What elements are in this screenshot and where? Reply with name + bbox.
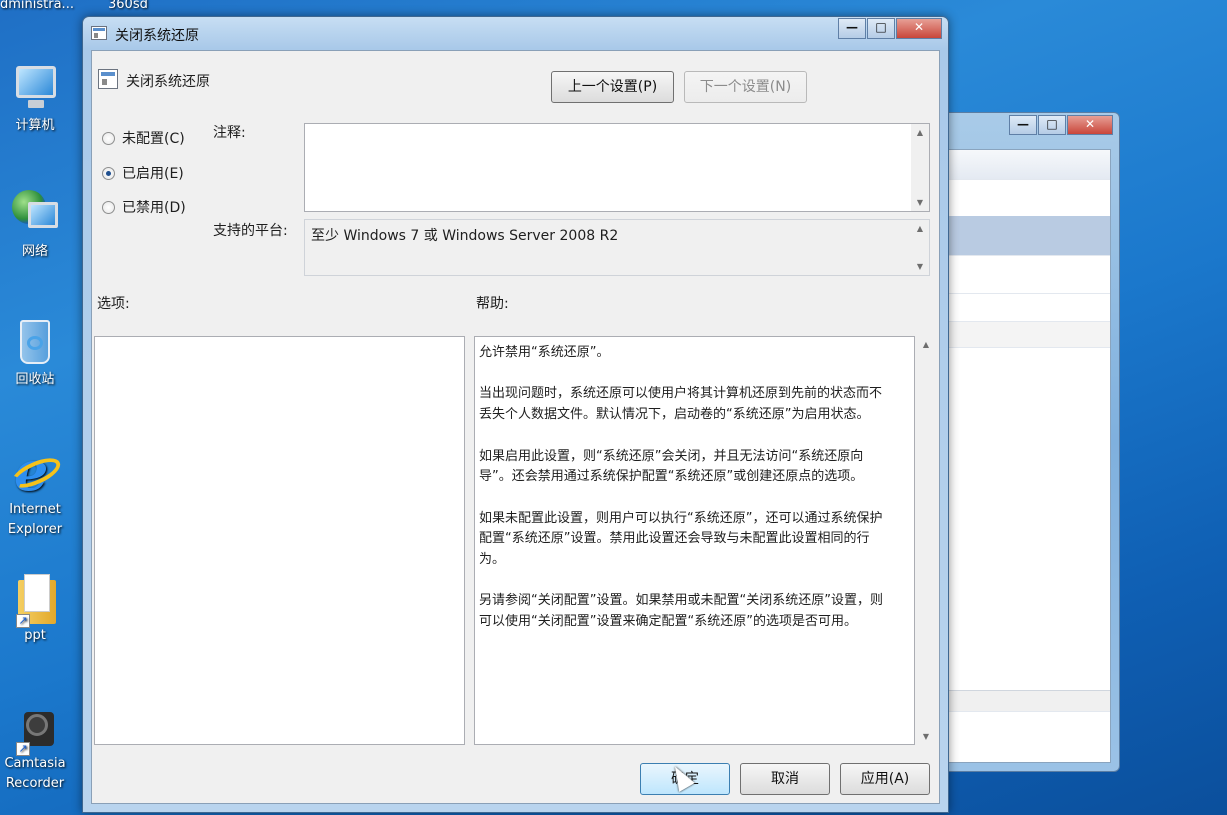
desktop-icon-recycle-bin[interactable]: 回收站 bbox=[0, 316, 70, 390]
computer-icon bbox=[10, 62, 60, 114]
bg-row bbox=[949, 322, 1110, 348]
background-window-content bbox=[948, 149, 1111, 763]
bg-close-button[interactable]: ✕ bbox=[1067, 115, 1113, 135]
radio-not-configured[interactable]: 未配置(C) bbox=[102, 128, 185, 148]
dialog-client-area: 关闭系统还原 上一个设置(P) 下一个设置(N) 未配置(C) 已启用(E) 已… bbox=[91, 50, 940, 804]
comment-label: 注释: bbox=[213, 125, 246, 141]
desktop-icon-network[interactable]: 网络 bbox=[0, 188, 70, 262]
bg-maximize-button[interactable]: □ bbox=[1038, 115, 1066, 135]
supported-platform-value: 至少 Windows 7 或 Windows Server 2008 R2 bbox=[311, 228, 619, 244]
radio-label: 未配置(C) bbox=[122, 131, 185, 147]
scroll-down-icon[interactable]: ▼ bbox=[911, 258, 929, 275]
network-icon bbox=[10, 188, 60, 240]
bg-toolbar bbox=[949, 150, 1110, 180]
radio-label: 已禁用(D) bbox=[122, 200, 186, 216]
platform-scrollbar[interactable]: ▲ ▼ bbox=[911, 220, 929, 275]
bg-horizontal-scrollbar[interactable] bbox=[949, 690, 1110, 712]
desktop-icon-label: 计算机 bbox=[15, 118, 55, 133]
desktop-icon-label: Internet Explorer bbox=[7, 502, 63, 537]
apply-button[interactable]: 应用(A) bbox=[840, 763, 930, 795]
radio-dot-selected bbox=[102, 166, 115, 180]
desktop-icon-internet-explorer[interactable]: e Internet Explorer bbox=[0, 444, 70, 540]
close-button[interactable]: ✕ bbox=[896, 18, 942, 39]
bg-row bbox=[949, 294, 1110, 322]
policy-icon bbox=[98, 69, 118, 89]
cancel-button[interactable]: 取消 bbox=[740, 763, 830, 795]
help-label: 帮助: bbox=[476, 296, 509, 312]
scroll-up-icon[interactable]: ▲ bbox=[911, 124, 929, 141]
radio-disabled[interactable]: 已禁用(D) bbox=[102, 197, 186, 217]
options-label: 选项: bbox=[97, 296, 130, 312]
shortcut-arrow-icon: ↗ bbox=[16, 742, 30, 756]
radio-dot bbox=[102, 131, 115, 145]
next-setting-button[interactable]: 下一个设置(N) bbox=[684, 71, 807, 103]
desktop-icon-camtasia-recorder[interactable]: ↗ Camtasia Recorder bbox=[0, 700, 70, 794]
desktop-icon-label: Camtasia Recorder bbox=[4, 756, 66, 791]
help-text: 允许禁用“系统还原”。 当出现问题时，系统还原可以使用户将其计算机还原到先前的状… bbox=[479, 345, 883, 630]
radio-label: 已启用(E) bbox=[122, 166, 184, 182]
policy-settings-icon bbox=[91, 26, 107, 40]
scroll-down-icon[interactable]: ▼ bbox=[911, 194, 929, 211]
maximize-button[interactable]: □ bbox=[867, 18, 895, 39]
radio-dot bbox=[102, 200, 115, 214]
supported-platform-label: 支持的平台: bbox=[213, 223, 288, 239]
desktop-icon-label: ppt bbox=[24, 628, 46, 643]
comment-text bbox=[305, 124, 929, 132]
help-panel: 允许禁用“系统还原”。 当出现问题时，系统还原可以使用户将其计算机还原到先前的状… bbox=[474, 336, 915, 745]
shortcut-arrow-icon: ↗ bbox=[16, 614, 30, 628]
scroll-up-icon[interactable]: ▲ bbox=[911, 220, 929, 237]
desktop-file-label[interactable]: dministra... bbox=[0, 0, 74, 12]
desktop-file-label[interactable]: 360sd bbox=[108, 0, 148, 12]
dialog-title-bar[interactable]: 关闭系统还原 — □ ✕ bbox=[83, 17, 948, 49]
scroll-up-icon[interactable]: ▲ bbox=[917, 336, 935, 353]
previous-setting-button[interactable]: 上一个设置(P) bbox=[551, 71, 674, 103]
desktop-icon-ppt[interactable]: ↗ ppt bbox=[0, 572, 70, 646]
desktop-icon-label: 回收站 bbox=[15, 372, 55, 387]
desktop-icon-computer[interactable]: 计算机 bbox=[0, 62, 70, 136]
folder-icon: ↗ bbox=[10, 572, 60, 628]
policy-name: 关闭系统还原 bbox=[126, 74, 210, 90]
scroll-down-icon[interactable]: ▼ bbox=[917, 728, 935, 745]
options-panel bbox=[94, 336, 465, 745]
bg-selected-row bbox=[949, 216, 1110, 256]
background-window[interactable]: — □ ✕ bbox=[935, 112, 1120, 772]
policy-dialog: 关闭系统还原 — □ ✕ 关闭系统还原 上一个设置(P) 下一个设置(N) 未配… bbox=[82, 16, 949, 813]
supported-platform-field: 至少 Windows 7 或 Windows Server 2008 R2 ▲ … bbox=[304, 219, 930, 276]
camtasia-recorder-icon: ↗ bbox=[10, 700, 60, 756]
dialog-title: 关闭系统还原 bbox=[115, 28, 199, 44]
comment-textarea[interactable]: ▲ ▼ bbox=[304, 123, 930, 212]
radio-enabled[interactable]: 已启用(E) bbox=[102, 163, 184, 183]
bg-minimize-button[interactable]: — bbox=[1009, 115, 1037, 135]
internet-explorer-icon: e bbox=[7, 444, 65, 498]
desktop-icon-label: 网络 bbox=[21, 244, 48, 259]
comment-scrollbar[interactable]: ▲ ▼ bbox=[911, 124, 929, 211]
bg-row bbox=[949, 256, 1110, 294]
help-scrollbar[interactable]: ▲ ▼ bbox=[917, 336, 935, 745]
recycle-bin-icon bbox=[10, 316, 60, 368]
minimize-button[interactable]: — bbox=[838, 18, 866, 39]
